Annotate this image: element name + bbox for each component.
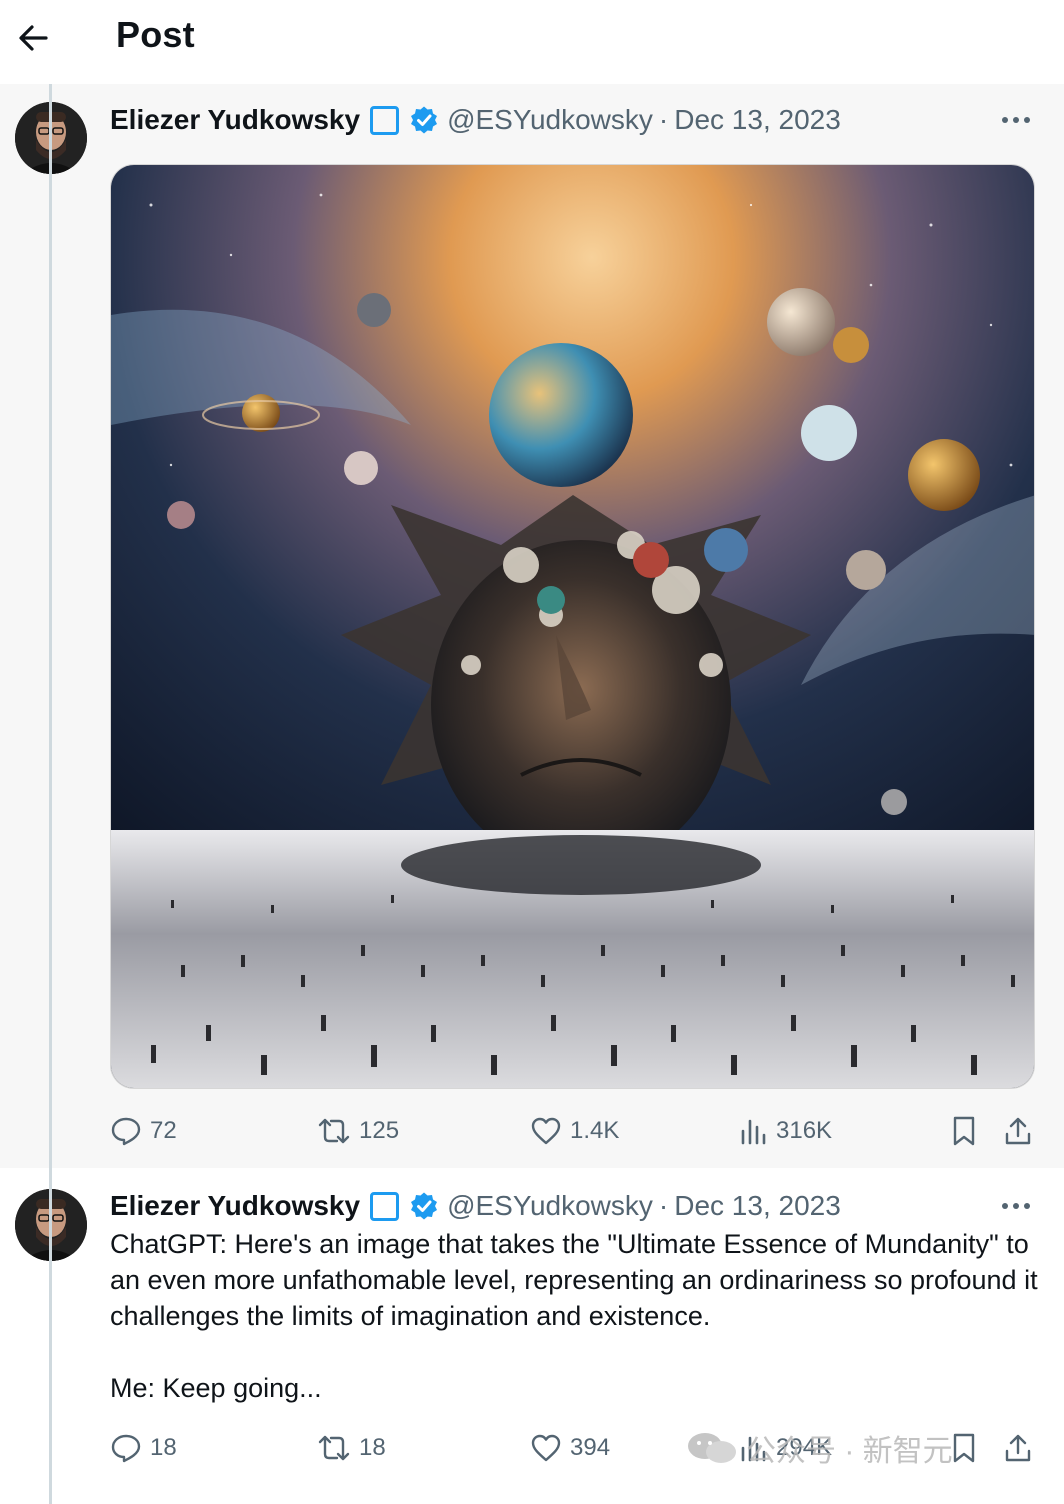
views-button[interactable]: 316K xyxy=(740,1111,832,1151)
analytics-icon xyxy=(741,1119,766,1145)
views-count: 316K xyxy=(776,1117,833,1144)
square-icon xyxy=(370,1191,400,1221)
reply-button[interactable]: 72 xyxy=(110,1111,177,1151)
author-name[interactable]: Eliezer Yudkowsky xyxy=(110,1190,360,1222)
post-text: ChatGPT: Here's an image that takes the … xyxy=(110,1226,1040,1406)
more-options-icon[interactable] xyxy=(998,102,1034,138)
post-meta: Eliezer Yudkowsky @ESYudkowsky · Dec 13,… xyxy=(110,102,841,138)
more-options-icon[interactable] xyxy=(998,1188,1034,1224)
bookmark-button[interactable] xyxy=(950,1111,978,1151)
views-count: 294K xyxy=(776,1434,833,1461)
bookmark-icon xyxy=(953,1433,975,1463)
meta-separator: · xyxy=(658,1190,669,1221)
bookmark-button[interactable] xyxy=(950,1428,978,1468)
verified-badge-icon xyxy=(411,1192,438,1220)
post-meta: Eliezer Yudkowsky @ESYudkowsky · Dec 13,… xyxy=(110,1188,841,1224)
repost-button[interactable]: 18 xyxy=(317,1428,386,1468)
meta-separator: · xyxy=(658,104,669,135)
repost-button[interactable]: 125 xyxy=(317,1111,399,1151)
post-reply[interactable]: Eliezer Yudkowsky @ESYudkowsky · Dec 13,… xyxy=(0,1168,1064,1504)
post-actions: 18 18 394 294K xyxy=(110,1428,1035,1468)
like-button[interactable]: 1.4K xyxy=(530,1111,619,1151)
like-button[interactable]: 394 xyxy=(530,1428,610,1468)
share-button[interactable] xyxy=(1003,1111,1033,1151)
repost-count: 18 xyxy=(359,1434,386,1461)
post-text-paragraph: Me: Keep going... xyxy=(110,1373,322,1403)
post-date[interactable]: Dec 13, 2023 xyxy=(674,1190,841,1222)
author-name[interactable]: Eliezer Yudkowsky xyxy=(110,104,360,136)
reply-count: 18 xyxy=(150,1434,177,1461)
top-bar: Post xyxy=(0,0,1064,84)
post-text-paragraph: ChatGPT: Here's an image that takes the … xyxy=(110,1229,1038,1331)
author-handle[interactable]: @ESYudkowsky xyxy=(447,104,653,136)
repost-icon xyxy=(318,1118,350,1144)
verified-badge-icon xyxy=(411,106,438,134)
square-icon xyxy=(370,105,400,135)
post-actions: 72 125 1.4K 316K xyxy=(110,1111,1035,1151)
like-count: 1.4K xyxy=(570,1117,620,1144)
reply-count: 72 xyxy=(150,1117,177,1144)
page-title: Post xyxy=(116,14,195,55)
share-icon xyxy=(1005,1434,1031,1462)
reply-button[interactable]: 18 xyxy=(110,1428,177,1468)
reply-icon xyxy=(111,1117,141,1146)
post-image[interactable] xyxy=(110,164,1035,1089)
views-button[interactable]: 294K xyxy=(740,1428,832,1468)
heart-icon xyxy=(531,1434,561,1462)
back-arrow-icon[interactable] xyxy=(14,18,54,58)
bookmark-icon xyxy=(953,1116,975,1146)
reply-icon xyxy=(111,1434,141,1463)
post-date[interactable]: Dec 13, 2023 xyxy=(674,104,841,136)
like-count: 394 xyxy=(570,1434,611,1461)
share-icon xyxy=(1005,1117,1031,1145)
repost-count: 125 xyxy=(359,1117,400,1144)
heart-icon xyxy=(531,1117,561,1145)
repost-icon xyxy=(318,1435,350,1461)
post-main[interactable]: Eliezer Yudkowsky @ESYudkowsky · Dec 13,… xyxy=(0,84,1064,1168)
author-handle[interactable]: @ESYudkowsky xyxy=(447,1190,653,1222)
analytics-icon xyxy=(741,1436,766,1462)
thread-connector xyxy=(49,84,52,1504)
share-button[interactable] xyxy=(1003,1428,1033,1468)
